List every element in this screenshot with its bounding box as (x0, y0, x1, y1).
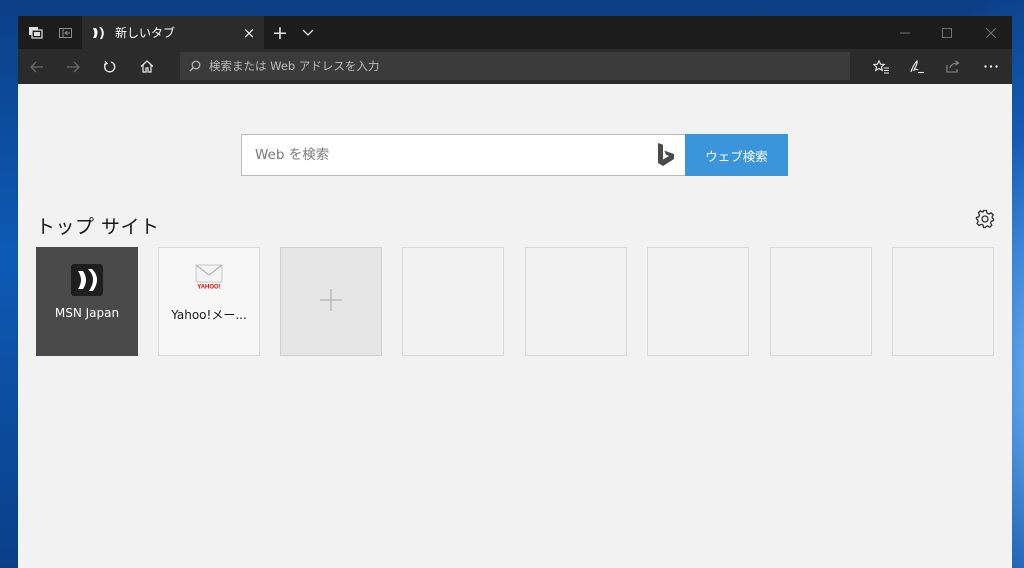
share-icon[interactable] (936, 49, 970, 84)
add-site-tile[interactable] (280, 247, 382, 356)
yahoo-logo-text: YAHOO! (197, 285, 220, 291)
empty-site-tile[interactable] (892, 247, 994, 356)
empty-site-tile[interactable] (647, 247, 749, 356)
chevron-down-icon[interactable] (296, 16, 320, 49)
notes-icon[interactable] (900, 49, 934, 84)
tab-preview-icon[interactable] (52, 16, 78, 49)
gear-icon[interactable] (972, 206, 998, 232)
browser-window: 新しいタブ × + 検索または Web アドレスを入力 Web を検索 ウェブ検… (18, 16, 1012, 568)
mail-icon: YAHOO! (194, 262, 224, 296)
title-bar: 新しいタブ × + (18, 16, 1012, 49)
new-tab-page: ウェブ検索 トップ サイト MSN Japan YAHOO! (18, 84, 1012, 568)
web-search-button[interactable]: ウェブ検索 (685, 134, 788, 176)
web-search-box[interactable] (241, 134, 687, 176)
web-search-input[interactable] (242, 147, 646, 163)
tile-label: Yahoo!メー... (171, 308, 247, 322)
plus-icon (319, 288, 343, 316)
minimize-icon[interactable] (882, 16, 928, 49)
window-close-icon[interactable] (968, 16, 1012, 49)
tab-new-tab[interactable]: 新しいタブ × (82, 16, 264, 49)
close-icon[interactable]: × (234, 24, 264, 42)
refresh-icon[interactable] (93, 49, 127, 84)
top-sites-title: トップ サイト (36, 216, 160, 238)
back-icon[interactable] (20, 49, 54, 84)
search-icon (189, 60, 203, 72)
more-icon[interactable] (974, 49, 1008, 84)
address-input[interactable] (209, 59, 850, 73)
top-site-tile-yahoo-mail[interactable]: YAHOO! Yahoo!メー... (158, 247, 260, 356)
msn-logo-icon (71, 264, 103, 300)
tab-title: 新しいタブ (115, 26, 176, 40)
forward-icon[interactable] (56, 49, 90, 84)
empty-site-tile[interactable] (402, 247, 504, 356)
top-site-tile-msn[interactable]: MSN Japan (36, 247, 138, 356)
maximize-icon[interactable] (924, 16, 970, 49)
msn-favicon-icon (90, 25, 106, 41)
address-bar[interactable] (180, 52, 850, 80)
navigation-bar (18, 49, 1012, 84)
tile-label: MSN Japan (54, 306, 120, 320)
set-aside-tabs-icon[interactable] (22, 16, 50, 49)
home-icon[interactable] (130, 49, 164, 84)
bing-icon (646, 143, 686, 167)
plus-icon[interactable]: + (266, 16, 294, 49)
empty-site-tile[interactable] (770, 247, 872, 356)
favorites-icon[interactable] (864, 49, 898, 84)
empty-site-tile[interactable] (525, 247, 627, 356)
